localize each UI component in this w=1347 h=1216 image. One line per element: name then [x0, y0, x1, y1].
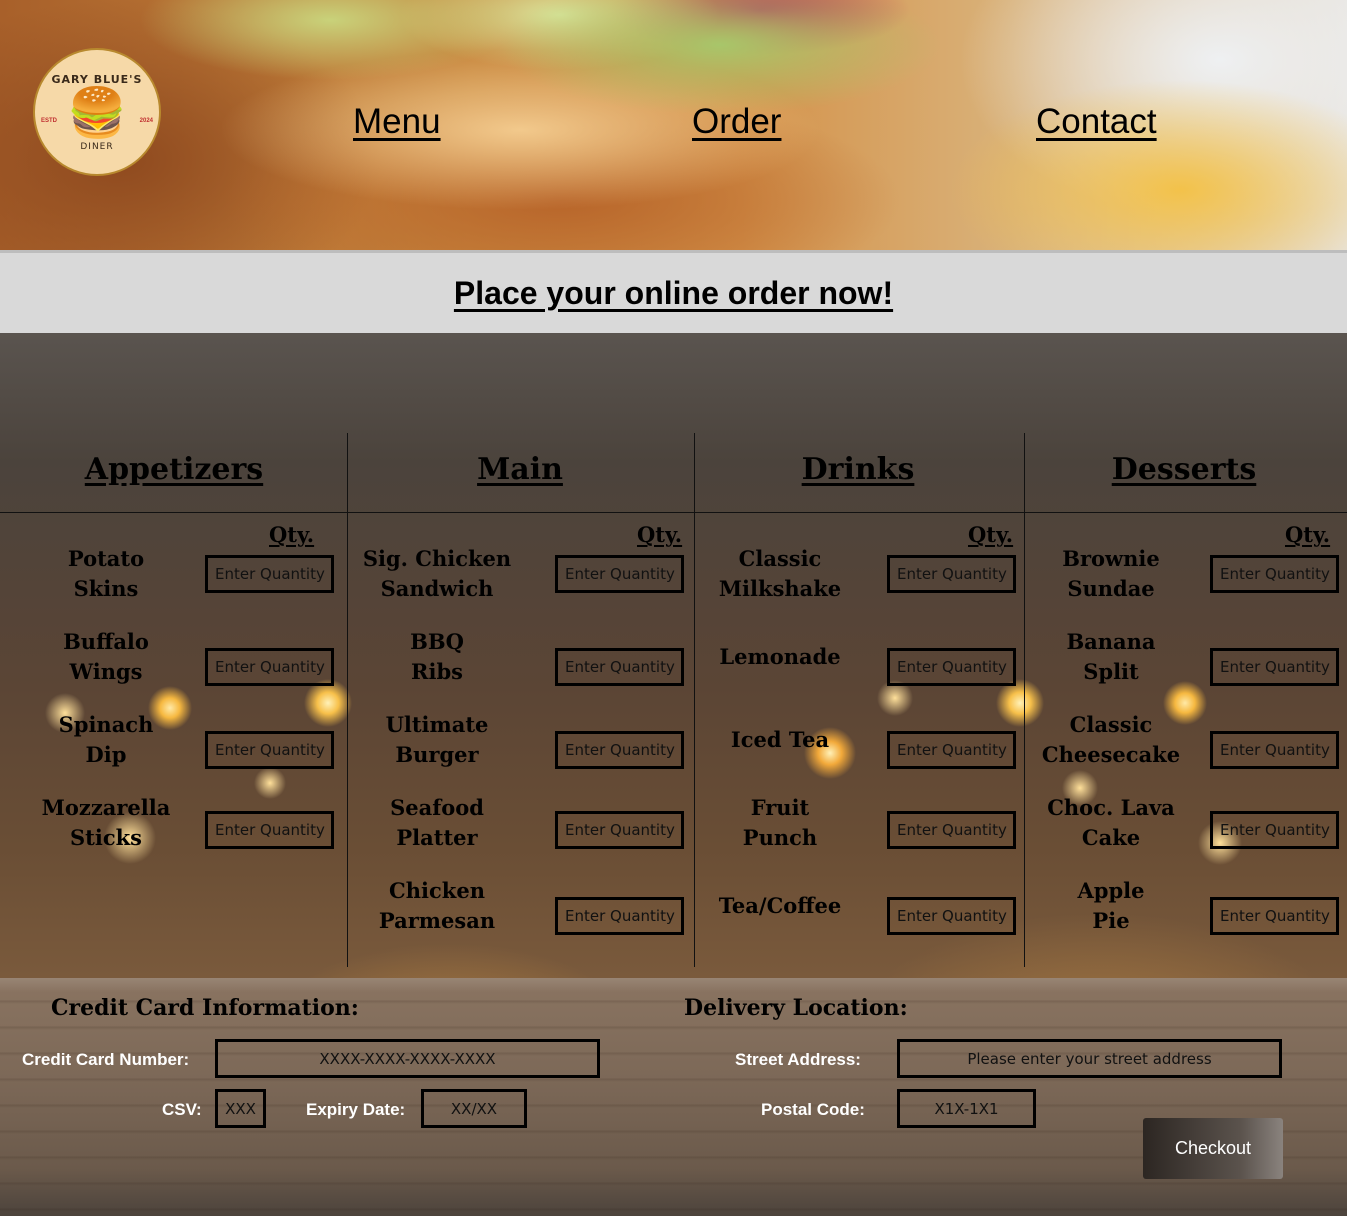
menu-item-name: Tea/Coffee — [718, 893, 842, 918]
menu-item-name: Lemonade — [719, 644, 841, 669]
menu-item-name: Apple Pie — [1077, 878, 1145, 933]
delivery-location-title: Delivery Location: — [684, 995, 908, 1021]
menu-item-name: Seafood Platter — [390, 795, 484, 850]
quantity-input[interactable] — [555, 555, 684, 593]
menu-item-name: Brownie Sundae — [1062, 546, 1160, 601]
quantity-input[interactable] — [1210, 897, 1339, 935]
menu-column-title-main: Main — [477, 452, 563, 487]
nav-contact-link[interactable]: Contact — [1036, 102, 1157, 142]
postal-code-field[interactable] — [897, 1089, 1036, 1128]
logo-top-text: GARY BLUE'S — [51, 72, 143, 86]
credit-card-title: Credit Card Information: — [51, 995, 359, 1021]
nav-order-link[interactable]: Order — [692, 102, 781, 142]
qty-label: Qty. — [269, 522, 315, 547]
order-banner: Place your online order now! — [0, 250, 1347, 333]
quantity-input[interactable] — [1210, 811, 1339, 849]
logo-year-text: 2024 — [139, 118, 153, 124]
menu-item-name: Ultimate Burger — [385, 712, 489, 767]
csv-label: CSV: — [162, 1100, 202, 1119]
quantity-input[interactable] — [205, 731, 334, 769]
street-address-field[interactable] — [897, 1039, 1282, 1078]
quantity-input[interactable] — [205, 555, 334, 593]
menu-column-title-desserts: Desserts — [1111, 452, 1257, 487]
diner-logo[interactable]: GARY BLUE'S 🍔 ESTD 2024 DINER — [33, 48, 161, 176]
menu-item-name: Buffalo Wings — [63, 629, 149, 684]
menu-item-name: BBQ Ribs — [410, 629, 464, 684]
credit-card-number-field[interactable] — [215, 1039, 600, 1078]
menu-item-name: Iced Tea — [730, 727, 830, 752]
menu-column-title-drinks: Drinks — [801, 452, 915, 487]
checkout-button[interactable]: Checkout — [1143, 1118, 1283, 1179]
menu-item-name: Sig. Chicken Sandwich — [362, 546, 512, 601]
logo-bottom-text: DINER — [80, 141, 114, 152]
logo-est-text: ESTD — [41, 118, 58, 124]
menu-column-title-appetizers: Appetizers — [84, 452, 264, 487]
quantity-input[interactable] — [205, 648, 334, 686]
menu-item-name: Banana Split — [1066, 629, 1156, 684]
menu-item-name: Potato Skins — [67, 546, 145, 601]
quantity-input[interactable] — [555, 648, 684, 686]
quantity-input[interactable] — [887, 731, 1016, 769]
quantity-input[interactable] — [555, 731, 684, 769]
postal-code-label: Postal Code: — [761, 1100, 865, 1119]
header-divider — [0, 512, 1347, 513]
quantity-input[interactable] — [1210, 731, 1339, 769]
qty-label: Qty. — [637, 522, 683, 547]
menu-item-name: Classic Cheesecake — [1041, 712, 1181, 767]
menu-item-name: Mozzarella Sticks — [41, 795, 171, 850]
quantity-input[interactable] — [887, 811, 1016, 849]
credit-card-number-label: Credit Card Number: — [22, 1050, 190, 1069]
burger-icon: 🍔 — [67, 86, 127, 140]
menu-item-name: Choc. Lava Cake — [1047, 795, 1175, 850]
page-title: Place your online order now! — [453, 274, 894, 311]
quantity-input[interactable] — [887, 555, 1016, 593]
menu-item-name: Classic Milkshake — [718, 546, 842, 601]
menu-item-name: Chicken Parmesan — [378, 878, 496, 933]
expiry-date-field[interactable] — [421, 1089, 527, 1128]
header-hero-image: GARY BLUE'S 🍔 ESTD 2024 DINER Menu Order… — [0, 0, 1347, 250]
csv-field[interactable] — [215, 1089, 266, 1128]
street-address-label: Street Address: — [735, 1050, 861, 1069]
quantity-input[interactable] — [887, 897, 1016, 935]
qty-label: Qty. — [1285, 522, 1331, 547]
expiry-date-label: Expiry Date: — [306, 1100, 406, 1119]
quantity-input[interactable] — [1210, 648, 1339, 686]
menu-item-name: Fruit Punch — [742, 795, 818, 850]
quantity-input[interactable] — [205, 811, 334, 849]
menu-item-name: Spinach Dip — [58, 712, 154, 767]
quantity-input[interactable] — [1210, 555, 1339, 593]
nav-menu-link[interactable]: Menu — [353, 102, 441, 142]
qty-label: Qty. — [968, 522, 1014, 547]
quantity-input[interactable] — [555, 897, 684, 935]
quantity-input[interactable] — [887, 648, 1016, 686]
quantity-input[interactable] — [555, 811, 684, 849]
